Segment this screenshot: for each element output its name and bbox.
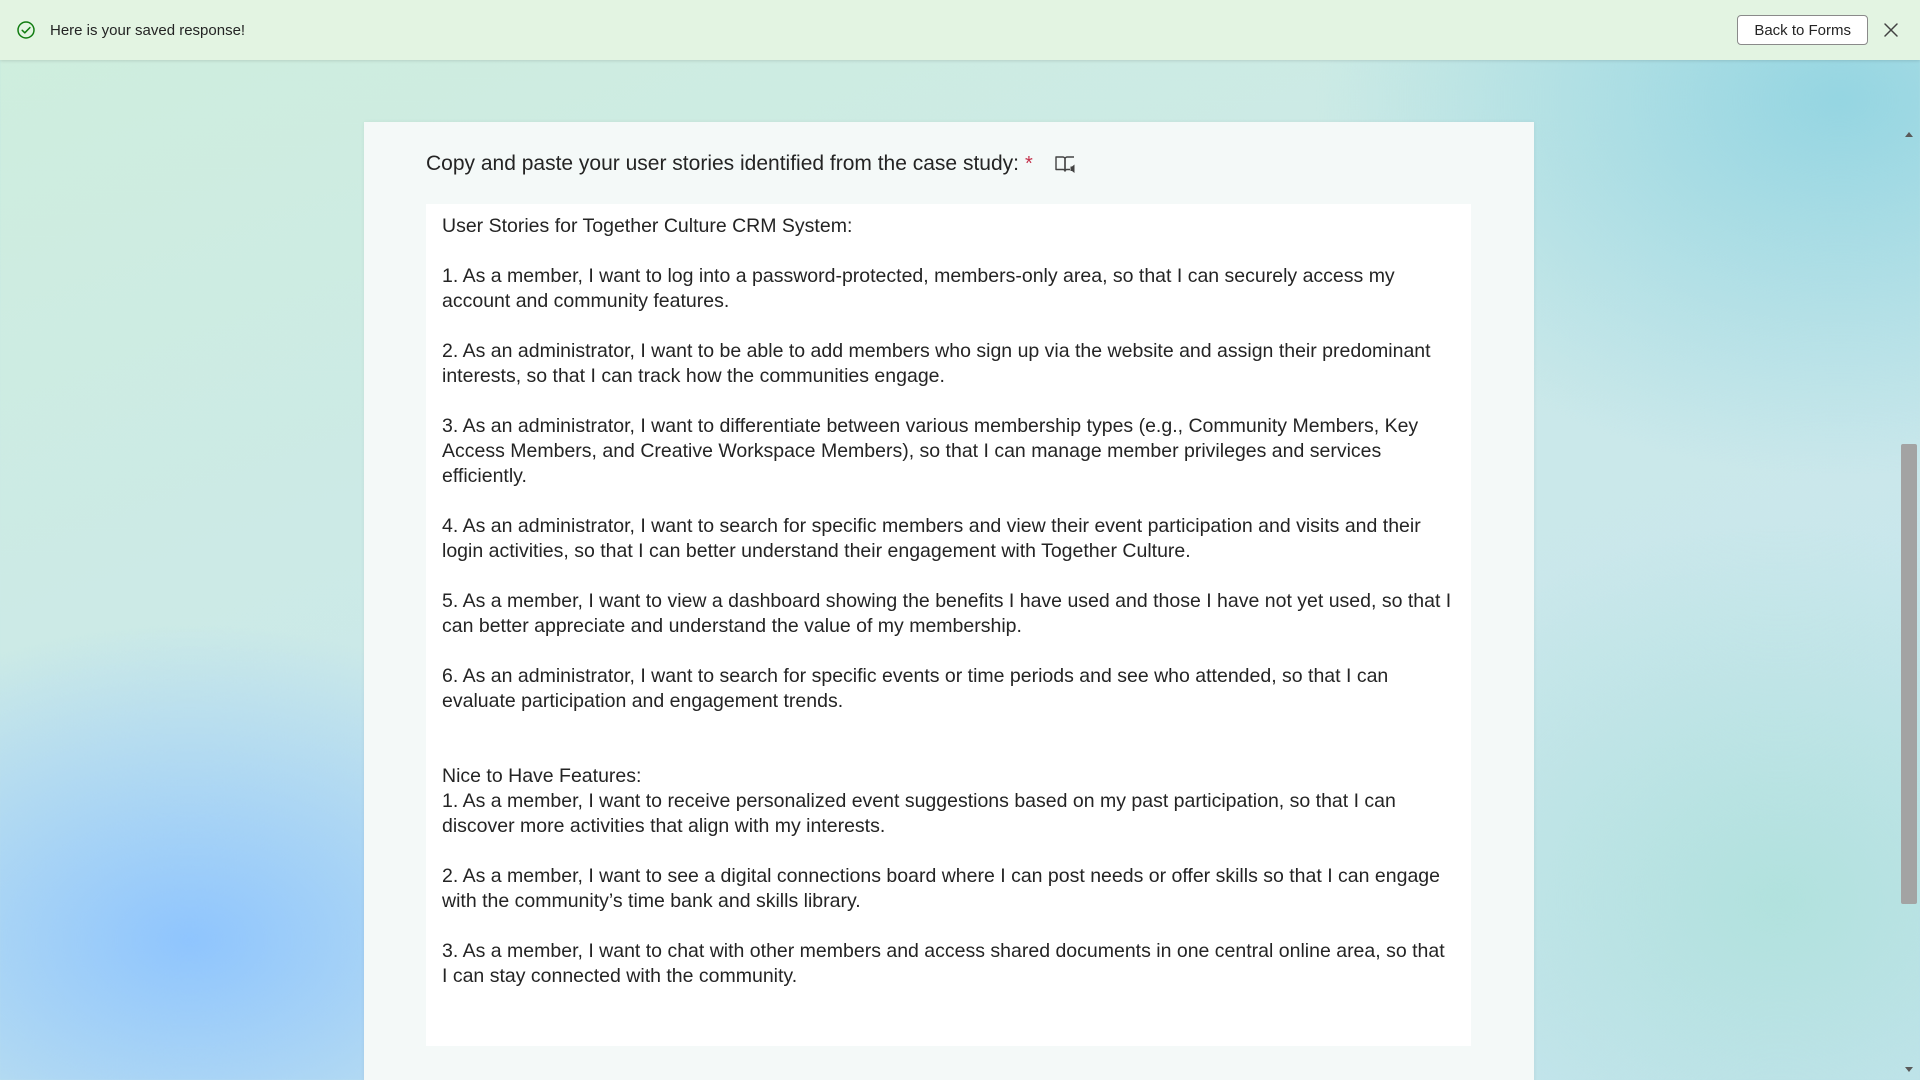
- immersive-reader-icon[interactable]: [1053, 152, 1077, 176]
- back-to-forms-button[interactable]: Back to Forms: [1737, 15, 1868, 45]
- answer-textbox[interactable]: User Stories for Together Culture CRM Sy…: [426, 204, 1471, 1046]
- question-header: Copy and paste your user stories identif…: [426, 152, 1077, 176]
- page-scrollbar[interactable]: [1898, 122, 1920, 1080]
- question-title: Copy and paste your user stories identif…: [426, 152, 1019, 175]
- close-icon[interactable]: [1882, 21, 1900, 39]
- form-card: Copy and paste your user stories identif…: [364, 122, 1534, 1080]
- check-circle-icon: [16, 20, 36, 40]
- saved-response-banner: Here is your saved response! Back to For…: [0, 0, 1920, 60]
- required-marker: *: [1024, 152, 1033, 175]
- scroll-up-arrow-icon[interactable]: [1898, 126, 1920, 142]
- scroll-down-arrow-icon[interactable]: [1898, 1062, 1920, 1078]
- answer-text: User Stories for Together Culture CRM Sy…: [442, 215, 1452, 987]
- scrollbar-thumb[interactable]: [1901, 444, 1917, 904]
- banner-message: Here is your saved response!: [50, 21, 246, 39]
